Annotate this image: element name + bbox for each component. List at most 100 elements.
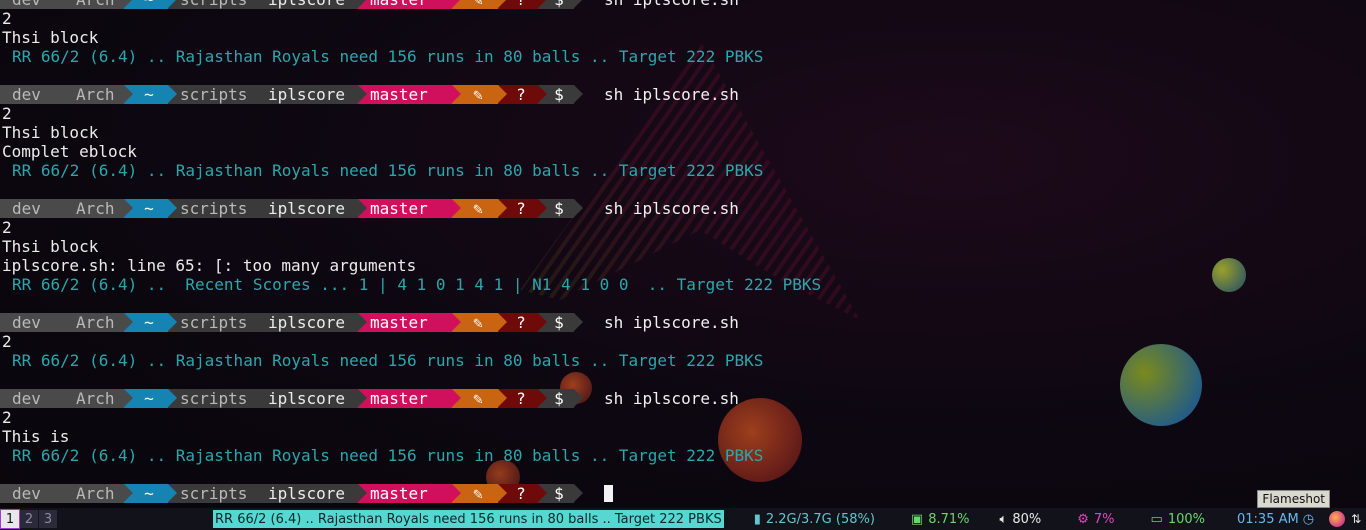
prompt-dir-scripts: scripts xyxy=(168,484,265,503)
output-text: 2 xyxy=(2,332,12,351)
prompt-dir-scripts: scripts xyxy=(168,389,265,408)
clock-value: 01:35 AM xyxy=(1237,511,1299,527)
status-bar: 1 2 3 RR 66/2 (6.4) .. Rajasthan Royals … xyxy=(0,508,1366,530)
shell-prompt: devArch~scriptsiplscoremaster✎?$ xyxy=(0,85,583,104)
shell-prompt: devArch~scriptsiplscoremaster✎?$ xyxy=(0,313,583,332)
output-line: RR 66/2 (6.4) .. Rajasthan Royals need 1… xyxy=(0,351,1358,370)
score-output: RR 66/2 (6.4) .. Rajasthan Royals need 1… xyxy=(12,161,764,180)
volume-value: 80% xyxy=(1012,511,1042,527)
prompt-line: dev Arch ~ scripts iplscore master ✎? $ xyxy=(0,484,1358,503)
prompt-host: Arch xyxy=(64,389,133,408)
prompt-dir-scripts: scripts xyxy=(168,313,265,332)
output-text: 2 xyxy=(2,9,12,28)
network-icon[interactable]: ⇅ xyxy=(1351,512,1361,526)
memory-icon: ▮ xyxy=(753,511,761,527)
prompt-host: Arch xyxy=(64,199,133,218)
output-line: This is xyxy=(0,427,1358,446)
cpu-module: ▣ 8.71% xyxy=(911,512,970,527)
fan-value: 7% xyxy=(1093,511,1115,527)
score-output: RR 66/2 (6.4) .. Rajasthan Royals need 1… xyxy=(12,446,764,465)
output-line: Thsi block xyxy=(0,237,1358,256)
prompt-dir-current: iplscore xyxy=(256,199,367,218)
output-line: 2 xyxy=(0,332,1358,351)
workspace-1[interactable]: 1 xyxy=(0,509,20,529)
battery-icon: ▭ xyxy=(1150,511,1163,527)
prompt-line: devArch~scriptsiplscoremaster✎?$ sh iplsc… xyxy=(0,389,1358,408)
output-line: 2 xyxy=(0,9,1358,28)
prompt-user: dev xyxy=(0,484,73,503)
command-text: sh iplscore.sh xyxy=(604,313,739,332)
prompt-host: Arch xyxy=(64,85,133,104)
prompt-git-branch: master xyxy=(358,0,461,9)
prompt-line: devArch~scriptsiplscoremaster✎?$ sh iplsc… xyxy=(0,0,1358,9)
gear-icon: ⚙ xyxy=(1077,511,1089,527)
prompt-dir-scripts: scripts xyxy=(168,199,265,218)
volume-module[interactable]: 🔈︎ 80% xyxy=(1000,512,1042,527)
prompt-dir-current: iplscore xyxy=(256,85,367,104)
output-line: 2 xyxy=(0,104,1358,123)
prompt-git-branch: master xyxy=(358,389,461,408)
command-text: sh iplscore.sh xyxy=(604,389,739,408)
text-cursor[interactable] xyxy=(604,485,613,502)
output-text: This is xyxy=(2,427,70,446)
score-output: RR 66/2 (6.4) .. Rajasthan Royals need 1… xyxy=(12,47,764,66)
output-line: Thsi block xyxy=(0,123,1358,142)
memory-module: ▮ 2.2G/3.7G (58%) xyxy=(754,512,875,527)
clock-module[interactable]: 01:35 AM ◷ xyxy=(1237,512,1319,527)
flameshot-icon[interactable] xyxy=(1329,511,1346,527)
command-text: sh iplscore.sh xyxy=(604,85,739,104)
output-text: 2 xyxy=(2,218,12,237)
shell-prompt: devArch~scriptsiplscoremaster✎?$ xyxy=(0,199,583,218)
prompt-dir-scripts: scripts xyxy=(168,85,265,104)
output-text: Thsi block xyxy=(2,28,99,47)
score-output: RR 66/2 (6.4) .. Rajasthan Royals need 1… xyxy=(12,351,764,370)
output-text: 2 xyxy=(2,104,12,123)
clock-icon: ◷ xyxy=(1302,511,1315,527)
output-line: RR 66/2 (6.4) .. Rajasthan Royals need 1… xyxy=(0,161,1358,180)
output-line: RR 66/2 (6.4) .. Rajasthan Royals need 1… xyxy=(0,47,1358,66)
terminal-window[interactable]: devArch~scriptsiplscoremaster✎?$ sh iplsc… xyxy=(0,0,1358,503)
prompt-dir-current: iplscore xyxy=(256,389,367,408)
output-line: RR 66/2 (6.4) .. Rajasthan Royals need 1… xyxy=(0,446,1358,465)
prompt-git-branch: master xyxy=(358,85,461,104)
battery-module: ▭ 100% xyxy=(1151,512,1205,527)
prompt-dir-scripts: scripts xyxy=(168,0,265,9)
prompt-git-branch: master xyxy=(358,484,461,503)
prompt-user: dev xyxy=(0,85,73,104)
volume-icon: 🔈︎ xyxy=(999,511,1008,527)
prompt-user: dev xyxy=(0,199,73,218)
output-line: Thsi block xyxy=(0,28,1358,47)
output-text: 2 xyxy=(2,408,12,427)
shell-prompt: devArch~scriptsiplscoremaster✎?$ xyxy=(0,484,583,503)
output-line: iplscore.sh: line 65: [: too many argume… xyxy=(0,256,1358,275)
command-text: sh iplscore.sh xyxy=(604,199,739,218)
fan-module: ⚙ 7% xyxy=(1077,512,1114,527)
cpu-value: 8.71% xyxy=(928,511,970,527)
workspace-3[interactable]: 3 xyxy=(39,510,57,528)
score-output: RR 66/2 (6.4) .. Recent Scores ... 1 | 4… xyxy=(12,275,822,294)
command-text: sh iplscore.sh xyxy=(604,0,739,9)
prompt-host: Arch xyxy=(64,484,133,503)
workspace-2[interactable]: 2 xyxy=(20,510,38,528)
prompt-git-branch: master xyxy=(358,313,461,332)
prompt-host: Arch xyxy=(64,0,133,9)
active-window-title: RR 66/2 (6.4) .. Rajasthan Royals need 1… xyxy=(213,510,724,528)
output-text: Thsi block xyxy=(2,237,99,256)
output-line: 2 xyxy=(0,408,1358,427)
cpu-icon: ▣ xyxy=(910,511,924,527)
prompt-git-branch: master xyxy=(358,199,461,218)
prompt-host: Arch xyxy=(64,313,133,332)
tray-tooltip: Flameshot xyxy=(1257,490,1330,508)
output-text: Complet eblock xyxy=(2,142,137,161)
prompt-user: dev xyxy=(0,0,73,9)
prompt-dir-current: iplscore xyxy=(256,0,367,9)
output-text: Thsi block xyxy=(2,123,99,142)
output-line: RR 66/2 (6.4) .. Recent Scores ... 1 | 4… xyxy=(0,275,1358,294)
output-line: Complet eblock xyxy=(0,142,1358,161)
output-line: 2 xyxy=(0,218,1358,237)
